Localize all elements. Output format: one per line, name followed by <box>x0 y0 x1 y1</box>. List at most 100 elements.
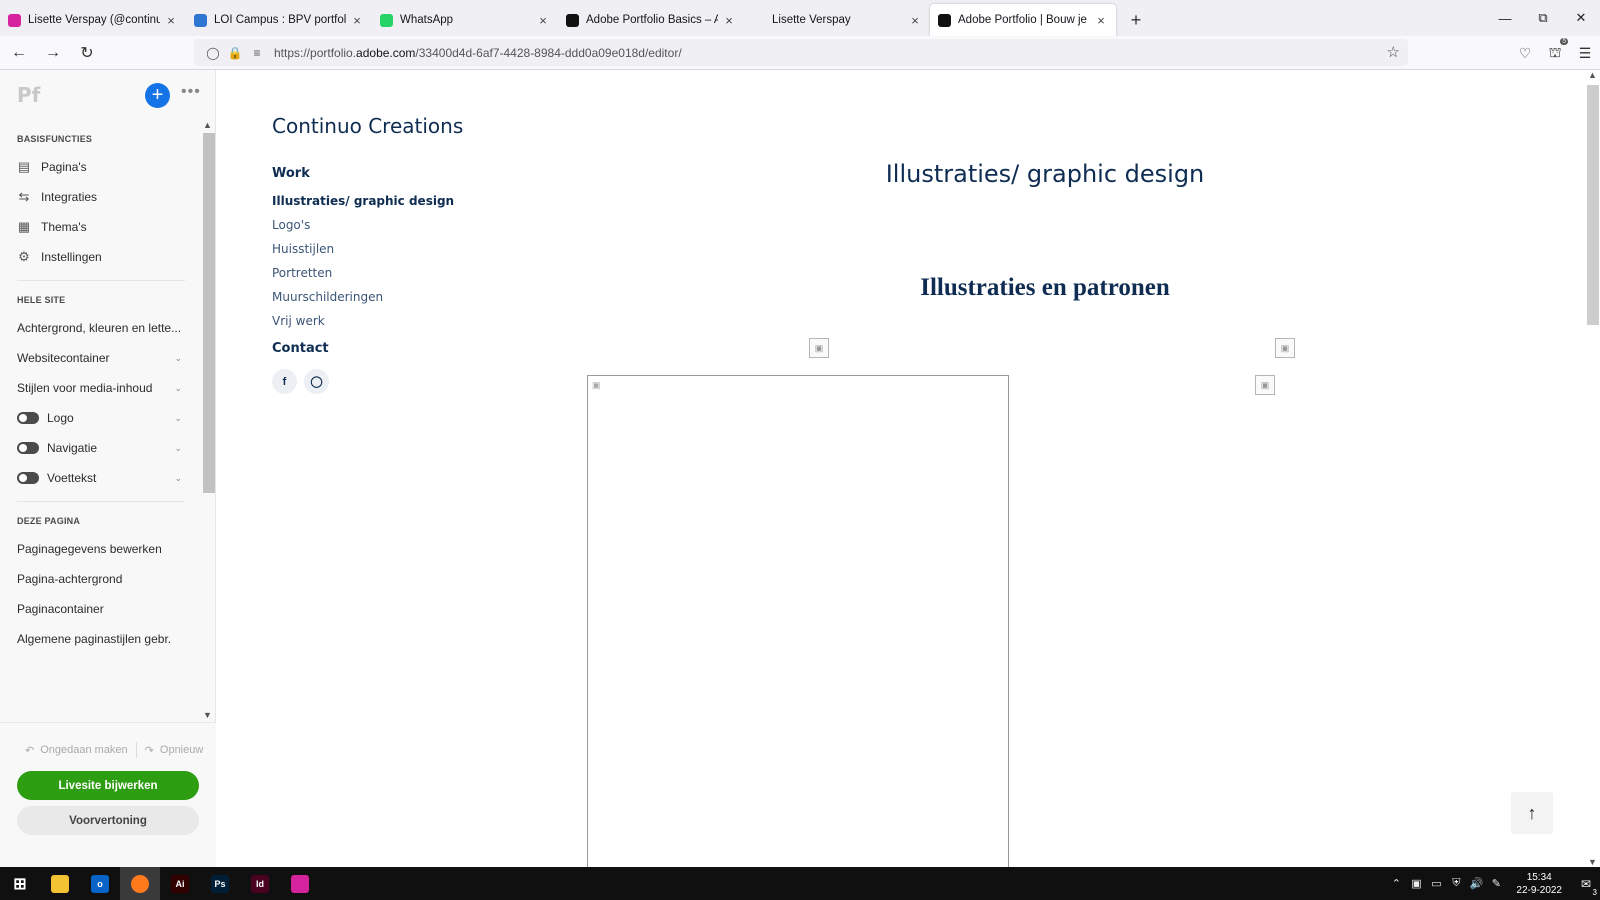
close-tab-icon[interactable]: × <box>536 13 550 28</box>
taskbar-app[interactable]: ⊞ <box>0 867 40 900</box>
back-to-top-button[interactable]: ↑ <box>1511 792 1553 834</box>
undo-button[interactable]: Ongedaan maken <box>40 744 127 756</box>
section-title[interactable]: Illustraties en patronen <box>720 274 1370 302</box>
panel-item[interactable]: ⚙ Instellingen <box>0 242 200 272</box>
pocket-icon[interactable]: ♡ <box>1510 45 1540 62</box>
chevron-down-icon[interactable]: ⌄ <box>174 473 182 484</box>
scroll-down-icon[interactable]: ▼ <box>203 710 212 720</box>
panel-item[interactable]: Paginagegevens bewerken <box>0 534 200 564</box>
nav-project-link[interactable]: Huisstijlen <box>272 242 492 257</box>
nav-project-link[interactable]: Portretten <box>272 266 492 281</box>
image-frame[interactable]: ▣ <box>587 375 1009 867</box>
panel-item[interactable]: ▦ Thema's <box>0 212 200 242</box>
taskbar-app[interactable] <box>280 867 320 900</box>
panel-item[interactable]: Stijlen voor media-inhoud ⌄ <box>0 373 200 403</box>
shield-icon[interactable]: ◯ <box>202 46 224 60</box>
browser-tab[interactable]: Lisette Verspay (@continuo_cre × <box>0 4 186 36</box>
browser-tab[interactable]: Lisette Verspay × <box>744 4 930 36</box>
meet-icon[interactable]: ▣ <box>1406 877 1426 890</box>
close-tab-icon[interactable]: × <box>350 13 364 28</box>
pen-icon[interactable]: ✎ <box>1486 877 1506 890</box>
facebook-icon[interactable]: f <box>272 369 297 394</box>
lock-icon[interactable]: 🔒 <box>224 46 246 60</box>
page-scroll-thumb[interactable] <box>1587 85 1599 325</box>
close-tab-icon[interactable]: × <box>1094 13 1108 28</box>
panel-item[interactable]: Navigatie ⌄ <box>0 433 200 463</box>
nav-work[interactable]: Work <box>272 166 492 181</box>
close-tab-icon[interactable]: × <box>164 13 178 28</box>
chevron-down-icon[interactable]: ⌄ <box>174 353 182 364</box>
page-title[interactable]: Illustraties/ graphic design <box>720 160 1370 188</box>
taskbar-app[interactable]: Id <box>240 867 280 900</box>
nav-project-link[interactable]: Illustraties/ graphic design <box>272 194 492 209</box>
panel-item[interactable]: Pagina-achtergrond <box>0 564 200 594</box>
panel-item[interactable]: ⇆ Integraties <box>0 182 200 212</box>
close-tab-icon[interactable]: × <box>908 13 922 28</box>
nav-project-link[interactable]: Muurschilderingen <box>272 290 492 305</box>
url-text[interactable]: https://portfolio.adobe.com/33400d4d-6af… <box>274 46 682 60</box>
taskbar-clock[interactable]: 15:34 22-9-2022 <box>1516 871 1562 897</box>
taskbar-app[interactable]: o <box>80 867 120 900</box>
preview-button[interactable]: Voorvertoning <box>17 806 199 835</box>
visibility-toggle[interactable] <box>17 472 39 484</box>
panel-item[interactable]: Voettekst ⌄ <box>0 463 200 493</box>
scroll-up-icon[interactable]: ▲ <box>1588 70 1597 80</box>
scroll-up-icon[interactable]: ▲ <box>203 120 212 130</box>
visibility-toggle[interactable] <box>17 412 39 424</box>
page-scrollbar[interactable]: ▲ ▼ <box>1585 70 1600 867</box>
broken-image-icon[interactable]: ▣ <box>1255 375 1275 395</box>
chevron-down-icon[interactable]: ⌄ <box>174 413 182 424</box>
back-button[interactable]: ← <box>4 38 34 68</box>
tray-chevron-icon[interactable]: ⌃ <box>1386 877 1406 890</box>
new-tab-button[interactable]: + <box>1120 4 1152 36</box>
nav-project-link[interactable]: Vrij werk <box>272 314 492 329</box>
close-window-icon[interactable]: ✕ <box>1562 0 1600 36</box>
forward-button[interactable]: → <box>38 38 68 68</box>
browser-tab[interactable]: WhatsApp × <box>372 4 558 36</box>
browser-tab[interactable]: LOI Campus : BPV portfolio [24 × <box>186 4 372 36</box>
scroll-down-icon[interactable]: ▼ <box>1588 857 1597 867</box>
panel-scroll-thumb[interactable] <box>203 133 215 493</box>
nav-project-link[interactable]: Logo's <box>272 218 492 233</box>
chevron-down-icon[interactable]: ⌄ <box>174 383 182 394</box>
broken-image-icon[interactable]: ▣ <box>809 338 829 358</box>
instagram-icon[interactable]: ◯ <box>304 369 329 394</box>
visibility-toggle[interactable] <box>17 442 39 454</box>
chevron-down-icon[interactable]: ⌄ <box>174 443 182 454</box>
address-bar[interactable]: ◯ 🔒 ≡ https://portfolio.adobe.com/33400d… <box>194 39 1408 66</box>
browser-tab[interactable]: Adobe Portfolio Basics – Adobe × <box>558 4 744 36</box>
close-tab-icon[interactable]: × <box>722 13 736 28</box>
minimize-icon[interactable]: — <box>1486 0 1524 36</box>
taskbar-app[interactable]: Ps <box>200 867 240 900</box>
panel-scrollbar[interactable]: ▲ ▼ <box>201 120 215 720</box>
bookmark-star-icon[interactable]: ☆ <box>1387 43 1400 61</box>
more-options-icon[interactable]: ••• <box>181 83 201 101</box>
update-live-site-button[interactable]: Livesite bijwerken <box>17 771 199 800</box>
taskbar-app[interactable] <box>120 867 160 900</box>
nav-contact[interactable]: Contact <box>272 341 492 356</box>
panel-item[interactable]: Logo ⌄ <box>0 403 200 433</box>
site-title[interactable]: Continuo Creations <box>272 114 463 138</box>
reload-button[interactable]: ↻ <box>72 38 102 68</box>
panel-item[interactable]: Achtergrond, kleuren en lette... <box>0 313 200 343</box>
menu-icon[interactable]: ☰ <box>1570 45 1600 62</box>
panel-item[interactable]: ▤ Pagina's <box>0 152 200 182</box>
permissions-icon[interactable]: ≡ <box>246 46 268 60</box>
panel-item[interactable]: Paginacontainer <box>0 594 200 624</box>
browser-tab[interactable]: Adobe Portfolio | Bouw je eigen × <box>930 4 1116 36</box>
taskbar-app[interactable] <box>40 867 80 900</box>
restore-icon[interactable]: ⧉ <box>1524 0 1562 36</box>
panel-item[interactable]: Algemene paginastijlen gebr. <box>0 624 200 654</box>
extension-icon[interactable]: ⛫ 5 <box>1540 37 1570 63</box>
network-icon[interactable]: ▭ <box>1426 877 1446 890</box>
security-icon[interactable]: ⛨ <box>1446 877 1466 890</box>
redo-button[interactable]: Opnieuw <box>160 744 203 756</box>
panel-item[interactable]: Websitecontainer ⌄ <box>0 343 200 373</box>
undo-icon[interactable]: ↶ <box>25 744 34 757</box>
notifications-icon[interactable]: ✉ 3 <box>1572 877 1600 897</box>
redo-icon[interactable]: ↷ <box>145 744 154 757</box>
add-content-button[interactable]: + <box>145 83 170 108</box>
taskbar-app[interactable]: Ai <box>160 867 200 900</box>
volume-icon[interactable]: 🔊 <box>1466 877 1486 890</box>
broken-image-icon[interactable]: ▣ <box>1275 338 1295 358</box>
